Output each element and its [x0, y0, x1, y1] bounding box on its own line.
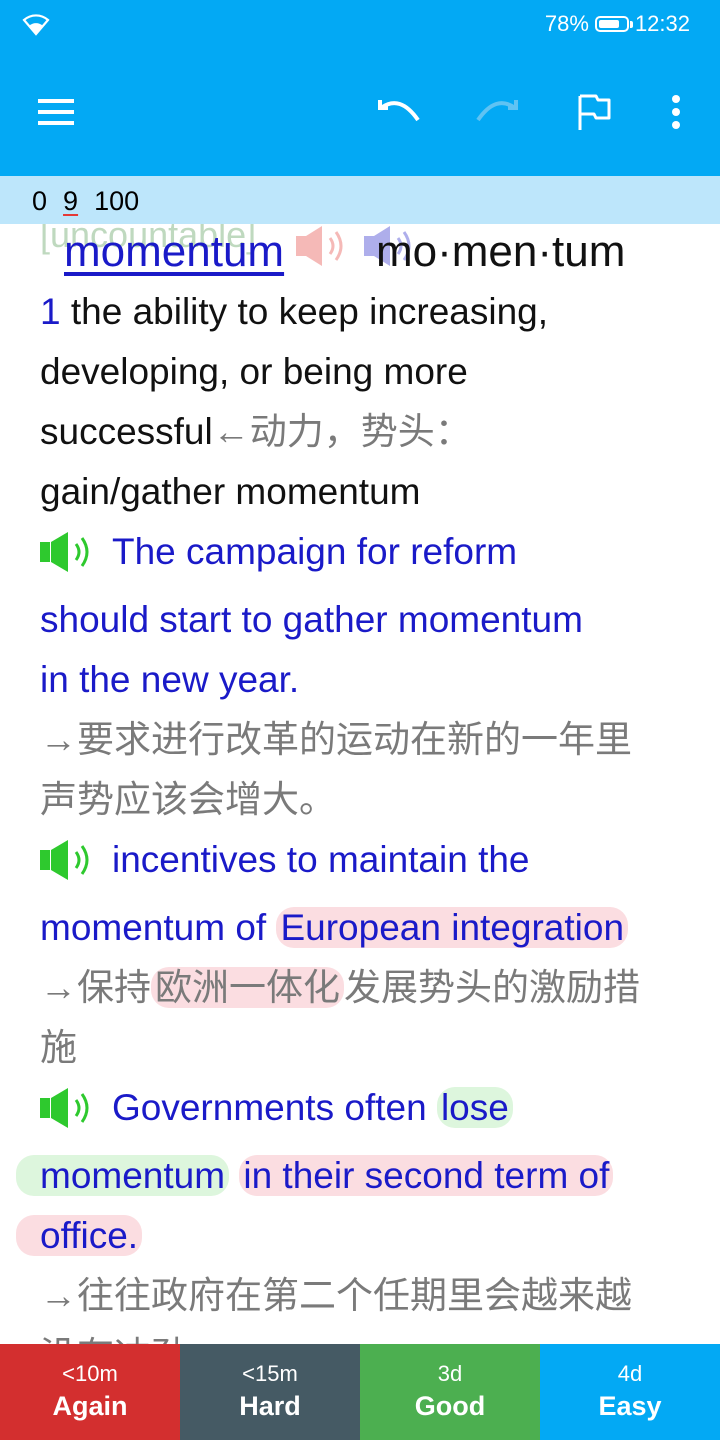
hard-label: Hard [239, 1391, 301, 1421]
good-label: Good [414, 1391, 486, 1421]
definition-line: developing, or being more [40, 351, 468, 392]
undo-icon [378, 100, 420, 122]
card-content[interactable]: [uncountable] momentum mo·men·tum 1 the … [0, 176, 720, 1344]
easy-label: Easy [598, 1391, 662, 1421]
status-bar: 78% 12:32 [0, 0, 720, 48]
more-options-button[interactable] [656, 84, 696, 140]
good-interval: 3d [437, 1361, 463, 1386]
more-vert-icon [672, 95, 680, 129]
headword[interactable]: momentum [64, 222, 284, 282]
example-text: momentum of [40, 907, 267, 948]
again-button[interactable]: <10m Again [0, 1344, 180, 1440]
example-line: Governments often lose [40, 1078, 690, 1146]
example-translation: 施 [40, 1027, 77, 1068]
clock-time: 12:32 [634, 11, 690, 36]
card-counts-bar: 0 9 100 [0, 176, 720, 224]
example-line: should start to gather momentum [40, 599, 583, 640]
flag-button[interactable] [568, 84, 620, 140]
example-translation: →往往政府在第二个任期里会越来越 [40, 1275, 632, 1316]
menu-icon [38, 99, 74, 125]
answer-buttons: <10m Again <15m Hard 3d Good 4d Easy [0, 1344, 720, 1440]
again-interval: <10m [62, 1361, 118, 1386]
definition-text: the ability to keep increasing, [60, 291, 549, 332]
highlighted-phrase: in their second term of [239, 1155, 614, 1196]
battery-percent: 78% [544, 11, 589, 36]
example-line: incentives to maintain the [40, 830, 690, 898]
new-count: 0 [32, 186, 48, 216]
sense-number: 1 [40, 291, 61, 332]
redo-icon [476, 100, 518, 122]
example-translation: →保持 欧洲一体化 发展势头的激励措 [40, 958, 690, 1018]
menu-button[interactable] [30, 88, 82, 136]
highlighted-phrase: momentum [16, 1155, 230, 1196]
definition-line: successful←动力，势头： [40, 402, 690, 462]
learn-count: 9 [63, 186, 79, 216]
review-count: 100 [94, 186, 140, 216]
highlighted-phrase: European integration [276, 907, 629, 948]
translation-text: →保持 [40, 967, 151, 1008]
example-line: momentum in their second term of [16, 1146, 690, 1206]
example-translation: 没有冲劲。 [40, 1326, 690, 1344]
redo-button[interactable] [468, 86, 524, 138]
example-text: Governments often [112, 1087, 427, 1128]
undo-button[interactable] [372, 86, 428, 138]
collocation: gain/gather momentum [40, 471, 421, 512]
example-line: momentum of European integration [40, 898, 690, 958]
headword-row: momentum mo·men·tum [40, 222, 690, 282]
card-body: momentum mo·men·tum 1 the ability to kee… [16, 176, 690, 1344]
app-bar [0, 48, 720, 176]
example-translation: 声势应该会增大。 [40, 779, 336, 820]
easy-interval: 4d [617, 1361, 643, 1386]
pronunciation: mo·men·tum [376, 227, 626, 276]
example-line: office. [16, 1206, 690, 1266]
definition-text: successful [40, 411, 213, 452]
battery-icon [594, 16, 633, 32]
status-right: 78% 12:32 [545, 10, 690, 38]
flag-icon [578, 94, 611, 130]
again-label: Again [52, 1391, 128, 1421]
wifi-icon [22, 14, 50, 36]
hard-button[interactable]: <15m Hard [180, 1344, 360, 1440]
example-text: The campaign for reform [112, 531, 518, 572]
highlighted-phrase: lose [436, 1087, 513, 1128]
example-speaker-icon[interactable] [40, 530, 100, 590]
example-speaker-icon[interactable] [40, 1086, 100, 1146]
highlighted-phrase: office. [16, 1215, 143, 1256]
speaker-uk-icon[interactable] [294, 224, 354, 286]
easy-button[interactable]: 4d Easy [540, 1344, 720, 1440]
good-button[interactable]: 3d Good [360, 1344, 540, 1440]
example-translation: →要求进行改革的运动在新的一年里 [40, 719, 632, 760]
definition-translation: ←动力，势头： [212, 411, 472, 452]
card-counts: 0 9 100 [32, 186, 139, 217]
example-line: The campaign for reform [40, 522, 690, 590]
battery-level [598, 20, 620, 28]
example-speaker-icon[interactable] [40, 838, 100, 898]
highlighted-translation: 欧洲一体化 [151, 967, 344, 1008]
hard-interval: <15m [242, 1361, 298, 1386]
example-line: in the new year. [40, 659, 300, 700]
definition-line: 1 the ability to keep increasing, [40, 282, 690, 342]
example-text: incentives to maintain the [112, 839, 530, 880]
translation-text: 发展势头的激励措 [344, 967, 640, 1008]
